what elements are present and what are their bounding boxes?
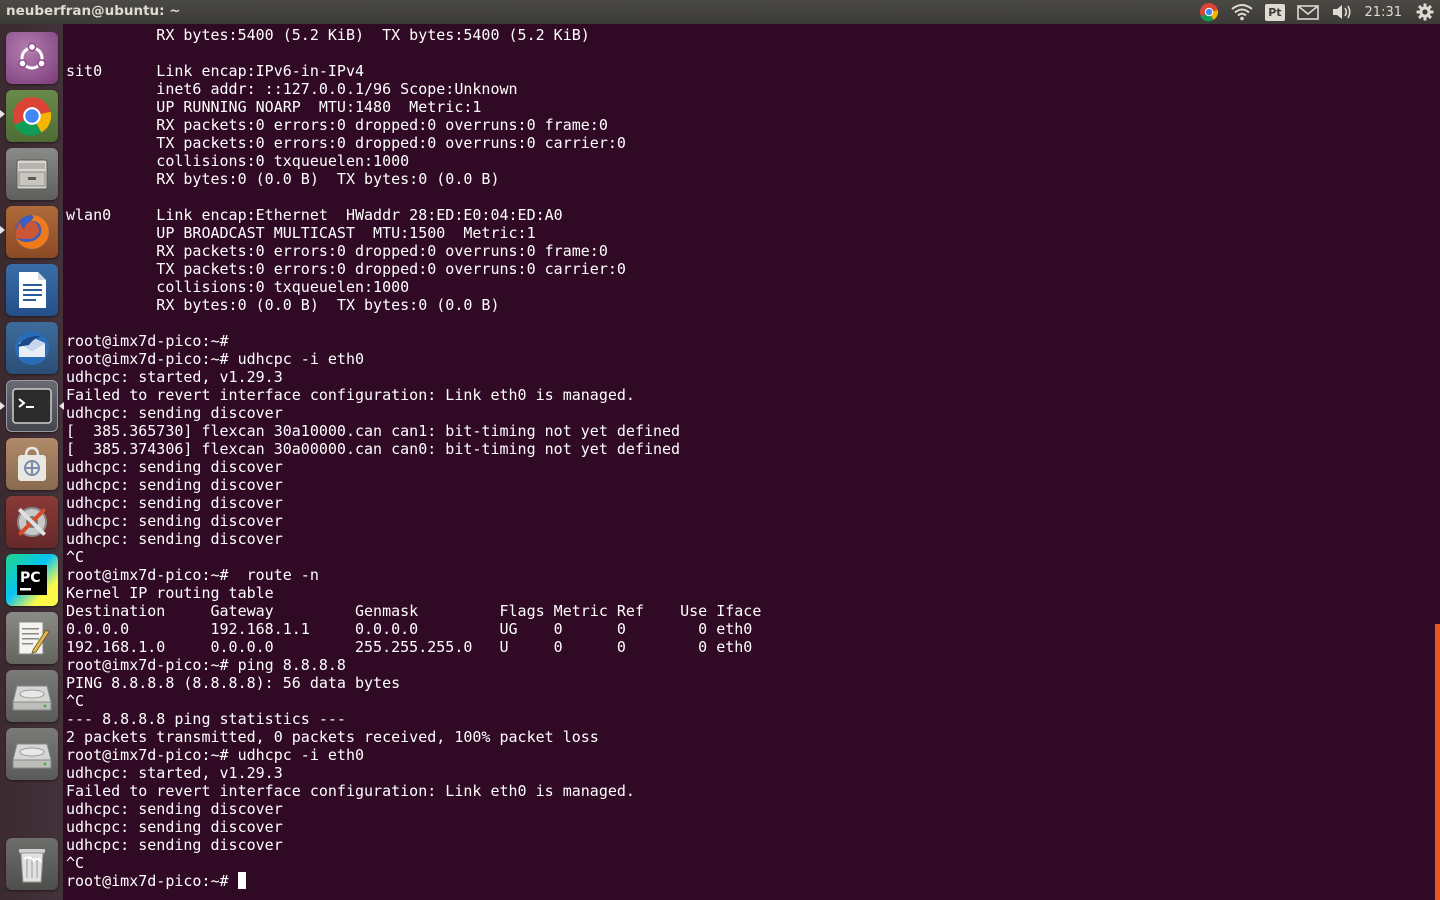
hard-drive-icon xyxy=(12,743,52,769)
terminal-line: [ 385.365730] flexcan 30a10000.can can1:… xyxy=(66,422,681,440)
ubuntu-logo-icon xyxy=(18,42,46,70)
running-indicator xyxy=(0,110,5,118)
terminal-line: root@imx7d-pico:~# udhcpc -i eth0 xyxy=(66,746,365,764)
launcher: PC xyxy=(0,24,64,900)
terminal-prompt-line[interactable]: root@imx7d-pico:~# xyxy=(66,872,761,890)
terminal-cursor xyxy=(237,872,246,889)
terminal-line: Kernel IP routing table xyxy=(66,584,274,602)
terminal-line: 192.168.1.0 0.0.0.0 255.255.255.0 U 0 0 … xyxy=(66,638,753,656)
terminal-line: Failed to revert interface configuration… xyxy=(66,386,635,404)
chrome-launcher-button[interactable] xyxy=(6,90,58,142)
terminal-line: udhcpc: sending discover xyxy=(66,494,283,512)
writer-document-icon xyxy=(19,272,46,308)
terminal-line: ^C xyxy=(66,548,85,566)
svg-text:PC: PC xyxy=(20,570,41,586)
terminal-line: UP BROADCAST MULTICAST MTU:1500 Metric:1 xyxy=(66,224,536,242)
terminal-line: inet6 addr: ::127.0.0.1/96 Scope:Unknown xyxy=(66,80,518,98)
wifi-icon[interactable] xyxy=(1225,0,1259,24)
terminal-line: wlan0 Link encap:Ethernet HWaddr 28:ED:E… xyxy=(66,206,563,224)
terminal-line: RX packets:0 errors:0 dropped:0 overruns… xyxy=(66,116,608,134)
pycharm-launcher-button[interactable]: PC xyxy=(6,554,58,606)
clock[interactable]: 21:31 xyxy=(1359,0,1410,24)
terminal-line: 0.0.0.0 192.168.1.1 0.0.0.0 UG 0 0 0 eth… xyxy=(66,620,753,638)
keyboard-layout-label: Pt xyxy=(1265,3,1285,21)
terminal-line: udhcpc: sending discover xyxy=(66,512,283,530)
terminal-line: --- 8.8.8.8 ping statistics --- xyxy=(66,710,346,728)
keyboard-layout-indicator[interactable]: Pt xyxy=(1259,0,1290,24)
terminal-output: RX bytes:5400 (5.2 KiB) TX bytes:5400 (5… xyxy=(66,26,761,890)
terminal-line: udhcpc: sending discover xyxy=(66,800,283,818)
thunderbird-launcher-button[interactable] xyxy=(6,322,58,374)
files-launcher-button[interactable] xyxy=(6,148,58,200)
terminal-line: RX bytes:0 (0.0 B) TX bytes:0 (0.0 B) xyxy=(66,296,500,314)
chrome-icon xyxy=(13,97,52,136)
terminal-line: root@imx7d-pico:~# xyxy=(66,332,229,350)
terminal-line: PING 8.8.8.8 (8.8.8.8): 56 data bytes xyxy=(66,674,401,692)
terminal-line: udhcpc: sending discover xyxy=(66,404,283,422)
terminal-line: RX packets:0 errors:0 dropped:0 overruns… xyxy=(66,242,608,260)
drive-launcher-button[interactable] xyxy=(6,670,58,722)
terminal-line: collisions:0 txqueuelen:1000 xyxy=(66,152,410,170)
indicator-area: Pt 21:31 xyxy=(1193,0,1440,24)
window-title: neuberfran@ubuntu: ~ xyxy=(6,3,181,19)
thunderbird-icon xyxy=(15,331,49,365)
terminal-line: udhcpc: sending discover xyxy=(66,836,283,854)
terminal-line: Failed to revert interface configuration… xyxy=(66,782,635,800)
wrench-screwdriver-icon xyxy=(17,507,47,537)
terminal-icon xyxy=(12,388,52,424)
trash-icon xyxy=(19,849,45,883)
terminal-line: udhcpc: started, v1.29.3 xyxy=(66,368,283,386)
volume-icon[interactable] xyxy=(1325,0,1359,24)
terminal-line: ^C xyxy=(66,854,85,872)
terminal-line: root@imx7d-pico:~# ping 8.8.8.8 xyxy=(66,656,346,674)
terminal-window[interactable]: RX bytes:5400 (5.2 KiB) TX bytes:5400 (5… xyxy=(64,24,1440,900)
mail-icon[interactable] xyxy=(1291,0,1325,24)
running-indicator xyxy=(0,402,5,410)
firefox-launcher-button[interactable] xyxy=(6,206,58,258)
terminal-line: UP RUNNING NOARP MTU:1480 Metric:1 xyxy=(66,98,482,116)
chrome-icon[interactable] xyxy=(1193,0,1225,24)
terminal-prompt: root@imx7d-pico:~# xyxy=(66,872,238,890)
terminal-line: RX bytes:5400 (5.2 KiB) TX bytes:5400 (5… xyxy=(66,26,590,44)
file-cabinet-icon xyxy=(16,159,48,190)
terminal-line: Destination Gateway Genmask Flags Metric… xyxy=(66,602,762,620)
terminal-line: root@imx7d-pico:~# udhcpc -i eth0 xyxy=(66,350,365,368)
top-panel: neuberfran@ubuntu: ~ Pt 21:31 xyxy=(0,0,1440,24)
terminal-line: 2 packets transmitted, 0 packets receive… xyxy=(66,728,599,746)
dash-home-button[interactable] xyxy=(6,32,58,84)
firefox-icon xyxy=(15,215,49,249)
system-settings-launcher-button[interactable] xyxy=(6,496,58,548)
running-indicator xyxy=(0,226,5,234)
writer-launcher-button[interactable] xyxy=(6,264,58,316)
terminal-launcher-button[interactable] xyxy=(6,380,58,432)
terminal-line: [ 385.374306] flexcan 30a00000.can can0:… xyxy=(66,440,681,458)
terminal-line: TX packets:0 errors:0 dropped:0 overruns… xyxy=(66,260,626,278)
software-center-launcher-button[interactable] xyxy=(6,438,58,490)
terminal-line: TX packets:0 errors:0 dropped:0 overruns… xyxy=(66,134,626,152)
drive-launcher-button[interactable] xyxy=(6,728,58,780)
terminal-line: udhcpc: sending discover xyxy=(66,818,283,836)
trash-launcher-button[interactable] xyxy=(6,838,58,890)
text-editor-launcher-button[interactable] xyxy=(6,612,58,664)
terminal-line: udhcpc: sending discover xyxy=(66,476,283,494)
text-editor-icon xyxy=(18,621,50,655)
shopping-bag-icon xyxy=(18,446,46,481)
hard-drive-icon xyxy=(12,685,52,711)
terminal-line: ^C xyxy=(66,692,85,710)
settings-gear-icon[interactable] xyxy=(1410,0,1440,24)
terminal-scrollbar[interactable] xyxy=(1435,624,1440,900)
terminal-line: root@imx7d-pico:~# route -n xyxy=(66,566,319,584)
terminal-line: udhcpc: sending discover xyxy=(66,530,283,548)
pycharm-icon: PC xyxy=(17,565,47,595)
terminal-line: RX bytes:0 (0.0 B) TX bytes:0 (0.0 B) xyxy=(66,170,500,188)
terminal-line: sit0 Link encap:IPv6-in-IPv4 xyxy=(66,62,365,80)
terminal-line: udhcpc: started, v1.29.3 xyxy=(66,764,283,782)
terminal-line: collisions:0 txqueuelen:1000 xyxy=(66,278,410,296)
terminal-line: udhcpc: sending discover xyxy=(66,458,283,476)
